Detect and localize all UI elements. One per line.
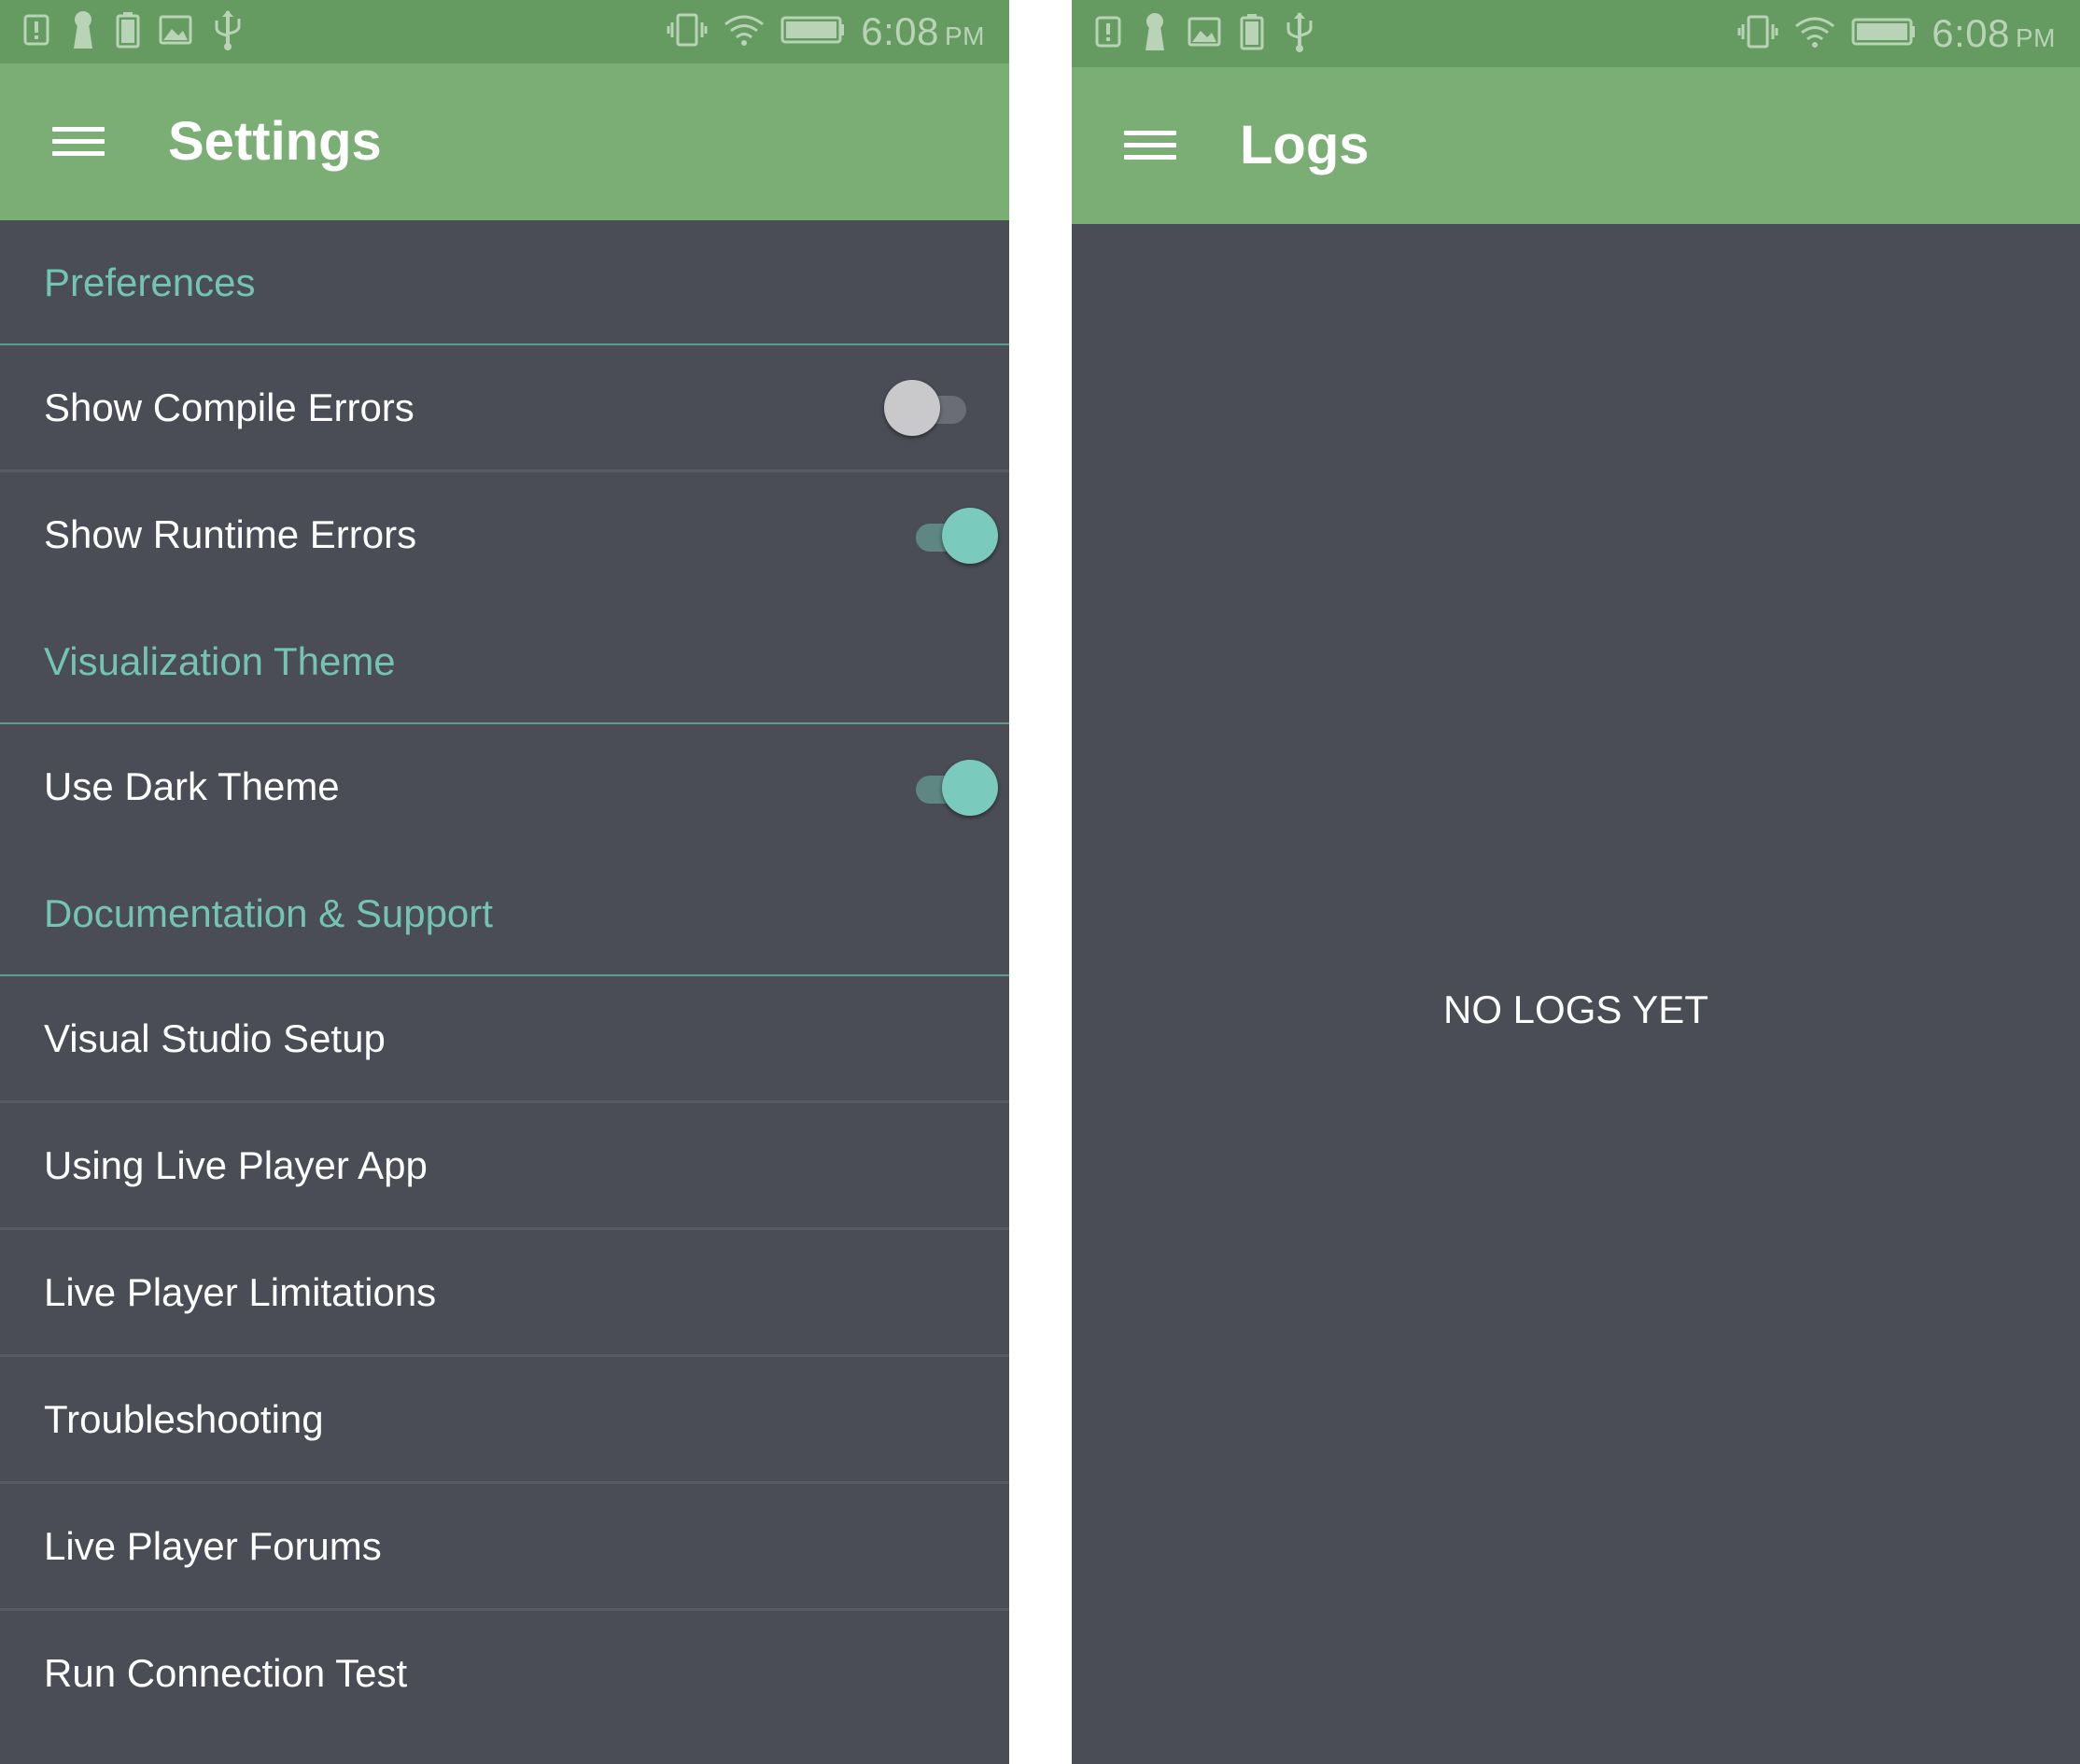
usb-icon	[211, 9, 245, 55]
status-clock: 6:08 PM	[861, 9, 985, 54]
link-label: Troubleshooting	[44, 1397, 324, 1441]
app-toolbar: Settings	[0, 63, 1009, 220]
setting-label: Use Dark Theme	[44, 764, 340, 808]
link-label: Using Live Player App	[44, 1143, 428, 1187]
link-run-connection-test[interactable]: Run Connection Test	[0, 1611, 1009, 1738]
status-bar: 6:08 PM	[0, 0, 1009, 63]
battery-icon	[780, 15, 846, 49]
image-icon	[1188, 17, 1221, 51]
setting-label: Show Runtime Errors	[44, 512, 417, 556]
wifi-icon	[1793, 15, 1836, 53]
empty-logs-message: NO LOGS YET	[1443, 987, 1708, 1031]
status-time: 6:08	[861, 9, 939, 53]
battery-full-icon	[1240, 13, 1264, 55]
link-troubleshooting[interactable]: Troubleshooting	[0, 1357, 1009, 1484]
status-icons-right: 6:08 PM	[1737, 0, 2056, 67]
setting-show-runtime-errors[interactable]: Show Runtime Errors	[0, 472, 1009, 599]
dark-theme-toggle[interactable]	[905, 760, 998, 816]
link-label: Live Player Forums	[44, 1524, 382, 1568]
settings-screen: 6:08 PM Settings Preferences Show Compile…	[0, 0, 1009, 1764]
status-ampm: PM	[945, 21, 985, 50]
status-clock: 6:08 PM	[1932, 11, 2056, 56]
status-bar: 6:08 PM	[1072, 0, 2080, 67]
usb-icon	[1283, 11, 1316, 57]
status-icons-left	[1094, 0, 1316, 67]
status-time: 6:08	[1932, 11, 2010, 55]
vibrate-icon	[1737, 13, 1778, 55]
battery-full-icon	[116, 11, 140, 53]
app-toolbar: Logs	[1072, 67, 2080, 224]
page-title: Logs	[1240, 115, 1370, 175]
logs-screen: 6:08 PM Logs NO LOGS YET	[1072, 0, 2080, 1764]
section-header-preferences: Preferences	[0, 220, 1009, 345]
battery-icon	[1851, 17, 1917, 51]
link-label: Live Player Limitations	[44, 1270, 437, 1314]
link-visual-studio-setup[interactable]: Visual Studio Setup	[0, 976, 1009, 1103]
status-icons-right: 6:08 PM	[667, 0, 985, 63]
setting-use-dark-theme[interactable]: Use Dark Theme	[0, 724, 1009, 851]
settings-list: Preferences Show Compile Errors Show Run…	[0, 220, 1009, 1738]
status-ampm: PM	[2016, 23, 2056, 52]
vibrate-icon	[667, 11, 708, 53]
keyhole-icon	[69, 9, 97, 55]
hamburger-menu-icon[interactable]	[1111, 119, 1178, 172]
link-live-player-forums[interactable]: Live Player Forums	[0, 1484, 1009, 1611]
keyhole-icon	[1141, 11, 1169, 57]
image-icon	[159, 15, 192, 49]
hamburger-menu-icon[interactable]	[39, 116, 106, 168]
compile-errors-toggle[interactable]	[884, 379, 977, 436]
setting-label: Show Compile Errors	[44, 385, 415, 429]
alert-icon	[1094, 15, 1122, 53]
link-label: Visual Studio Setup	[44, 1016, 386, 1060]
section-header-visualization-theme: Visualization Theme	[0, 599, 1009, 724]
alert-icon	[22, 13, 50, 51]
link-using-live-player-app[interactable]: Using Live Player App	[0, 1103, 1009, 1230]
page-title: Settings	[168, 111, 382, 172]
setting-show-compile-errors[interactable]: Show Compile Errors	[0, 345, 1009, 472]
runtime-errors-toggle[interactable]	[905, 508, 998, 564]
status-icons-left	[22, 0, 245, 63]
section-header-documentation-support: Documentation & Support	[0, 851, 1009, 976]
link-label: Run Connection Test	[44, 1651, 408, 1695]
wifi-icon	[723, 13, 766, 51]
link-live-player-limitations[interactable]: Live Player Limitations	[0, 1230, 1009, 1357]
